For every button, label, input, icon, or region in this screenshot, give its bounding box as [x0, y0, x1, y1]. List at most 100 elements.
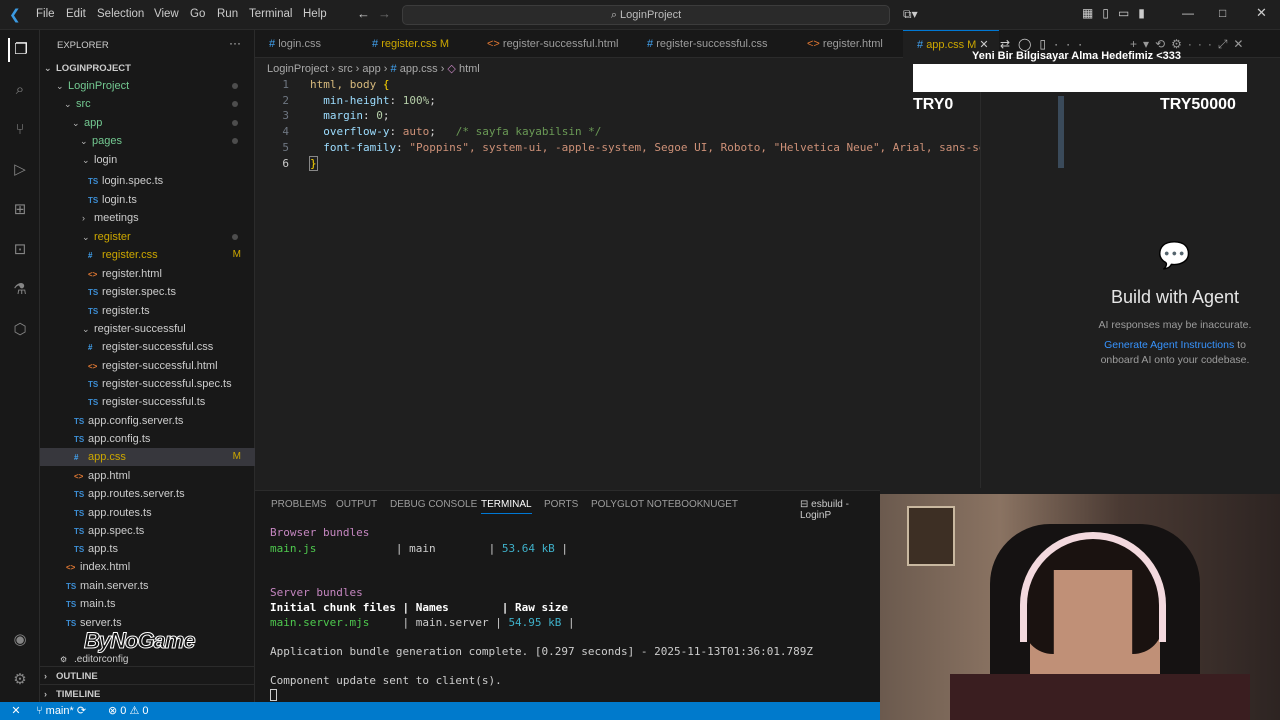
tab-debug-console[interactable]: DEBUG CONSOLE: [390, 499, 477, 510]
maximize-icon[interactable]: □: [1219, 6, 1226, 20]
tree-item[interactable]: TS app.config.server.ts: [40, 412, 255, 430]
tab-label: login.css: [278, 38, 321, 50]
tree-item[interactable]: TS register.spec.ts: [40, 283, 255, 301]
menu-edit[interactable]: Edit: [66, 8, 86, 20]
tree-item[interactable]: TS register-successful.ts: [40, 393, 255, 411]
menu-view[interactable]: View: [154, 8, 179, 20]
tab-register-successful-html[interactable]: <> register-successful.html: [473, 30, 633, 58]
tree-item[interactable]: TS main.ts: [40, 595, 255, 613]
tree-item[interactable]: ⌄ register-successful: [40, 320, 255, 338]
workspace-root[interactable]: ⌄ LOGINPROJECT: [40, 59, 255, 77]
menu-selection[interactable]: Selection: [97, 8, 144, 20]
scrollbar[interactable]: [1058, 96, 1064, 168]
tree-item[interactable]: TS register-successful.spec.ts: [40, 375, 255, 393]
tab-register-html[interactable]: <> register.html: [793, 30, 903, 58]
tab-login-css[interactable]: # login.css: [255, 30, 358, 58]
webcam-overlay: [880, 494, 1280, 720]
tree-item[interactable]: › meetings: [40, 209, 255, 227]
tab-ports[interactable]: PORTS: [544, 499, 578, 510]
menu-file[interactable]: File: [36, 8, 55, 20]
outline-section[interactable]: › OUTLINE: [40, 666, 255, 684]
chat-agent-icon: 💬: [1158, 240, 1191, 270]
tab-terminal[interactable]: TERMINAL: [481, 499, 532, 514]
extensions-icon[interactable]: ⊞: [8, 198, 32, 222]
code-line: margin: 0;: [323, 109, 390, 122]
tab-polyglot-notebook[interactable]: POLYGLOT NOTEBOOK: [591, 499, 703, 510]
code-editor[interactable]: 1 2 3 4 5 6 html, body { min-height: 100…: [255, 76, 1070, 488]
back-arrow-icon[interactable]: ←: [357, 6, 370, 21]
tree-item[interactable]: ⌄ LoginProject: [40, 77, 255, 95]
warning-count: 0: [142, 705, 149, 717]
agent-note: AI responses may be inaccurate.: [1098, 319, 1252, 331]
generate-instructions-link[interactable]: Generate Agent Instructions: [1104, 339, 1234, 351]
breadcrumb-item[interactable]: src: [338, 63, 353, 75]
forward-arrow-icon[interactable]: →: [378, 6, 391, 21]
testing-icon[interactable]: ⚗: [8, 278, 32, 302]
tree-item[interactable]: <> register-successful.html: [40, 357, 255, 375]
tree-item[interactable]: ⌄ login: [40, 151, 255, 169]
remote-icon[interactable]: ⊡: [8, 238, 32, 262]
modified-badge: M: [232, 249, 241, 260]
tree-item-label: pages: [92, 135, 122, 147]
run-debug-icon[interactable]: ▷: [8, 158, 32, 182]
tree-item-label: register.html: [102, 268, 162, 280]
breadcrumb-item[interactable]: app.css: [400, 63, 438, 75]
command-center[interactable]: ⌕ LoginProject: [402, 5, 890, 25]
menu-run[interactable]: Run: [217, 8, 238, 20]
tree-item[interactable]: TS login.ts: [40, 191, 255, 209]
remote-icon[interactable]: ✕: [6, 702, 26, 720]
source-control-icon[interactable]: ⑂: [8, 118, 32, 142]
tree-item[interactable]: ⌄ pages: [40, 132, 255, 150]
vscode-logo-icon: ❮: [9, 6, 21, 22]
tab-label: register-successful.html: [502, 38, 619, 50]
settings-gear-icon[interactable]: ⚙: [8, 668, 32, 692]
tree-item[interactable]: TS app.config.ts: [40, 430, 255, 448]
docker-icon[interactable]: ⬡: [8, 318, 32, 342]
menu-help[interactable]: Help: [303, 8, 327, 20]
tree-item[interactable]: # register.css M: [40, 246, 255, 264]
tab-problems[interactable]: PROBLEMS: [271, 499, 327, 510]
search-icon[interactable]: ⌕: [8, 78, 32, 102]
status-bar: ✕ ⑂ main* ⟳ ⊗ 0 ⚠ 0: [0, 702, 880, 720]
close-window-icon[interactable]: ✕: [1256, 5, 1267, 21]
git-branch[interactable]: ⑂ main* ⟳: [36, 702, 86, 720]
menu-go[interactable]: Go: [190, 8, 205, 20]
breadcrumb-item[interactable]: html: [459, 63, 480, 75]
tree-item-label: LoginProject: [68, 80, 130, 92]
tree-item[interactable]: <> register.html: [40, 265, 255, 283]
tree-item[interactable]: TS login.spec.ts: [40, 172, 255, 190]
menu-terminal[interactable]: Terminal: [249, 8, 292, 20]
terminal-task[interactable]: ⊟ esbuild - LoginP: [800, 499, 880, 521]
tree-item[interactable]: ⌄ src: [40, 95, 255, 113]
tab-output[interactable]: OUTPUT: [336, 499, 377, 510]
tree-item[interactable]: TS main.server.ts: [40, 577, 255, 595]
breadcrumb-item[interactable]: LoginProject: [267, 63, 328, 75]
editor-actions-icons[interactable]: ⇄◯▯···: [1000, 37, 1090, 51]
tree-item[interactable]: TS app.spec.ts: [40, 522, 255, 540]
tree-item[interactable]: TS app.ts: [40, 540, 255, 558]
more-actions-icon[interactable]: ···: [229, 36, 241, 50]
tab-register-css[interactable]: # register.css M: [358, 30, 473, 58]
timeline-section[interactable]: › TIMELINE: [40, 684, 255, 702]
css-value: "Poppins", system-ui, -apple-system, Seg…: [409, 141, 999, 154]
tree-item[interactable]: <> app.html: [40, 467, 255, 485]
minimize-icon[interactable]: —: [1182, 6, 1194, 20]
copilot-icon[interactable]: ⧉▾: [903, 7, 918, 22]
tree-item[interactable]: TS app.routes.server.ts: [40, 485, 255, 503]
tree-item[interactable]: TS app.routes.ts: [40, 504, 255, 522]
tree-item[interactable]: # register-successful.css: [40, 338, 255, 356]
layout-icons[interactable]: ▦▯▭▮: [1082, 6, 1154, 20]
tree-item[interactable]: ⌄ app: [40, 114, 255, 132]
account-icon[interactable]: ◉: [8, 628, 32, 652]
minimap[interactable]: [980, 76, 1070, 488]
tab-nuget[interactable]: NUGET: [703, 499, 738, 510]
html-file-icon: <>: [487, 38, 503, 50]
explorer-icon[interactable]: ❐: [8, 38, 32, 62]
breadcrumb-item[interactable]: app: [362, 63, 380, 75]
problems-status[interactable]: ⊗ 0 ⚠ 0: [108, 702, 149, 720]
tree-item[interactable]: ⌄ register: [40, 228, 255, 246]
tab-register-successful-css[interactable]: # register-successful.css: [633, 30, 793, 58]
tree-item[interactable]: <> index.html: [40, 558, 255, 576]
tree-item[interactable]: TS register.ts: [40, 302, 255, 320]
tree-item-selected[interactable]: # app.css M: [40, 448, 255, 466]
